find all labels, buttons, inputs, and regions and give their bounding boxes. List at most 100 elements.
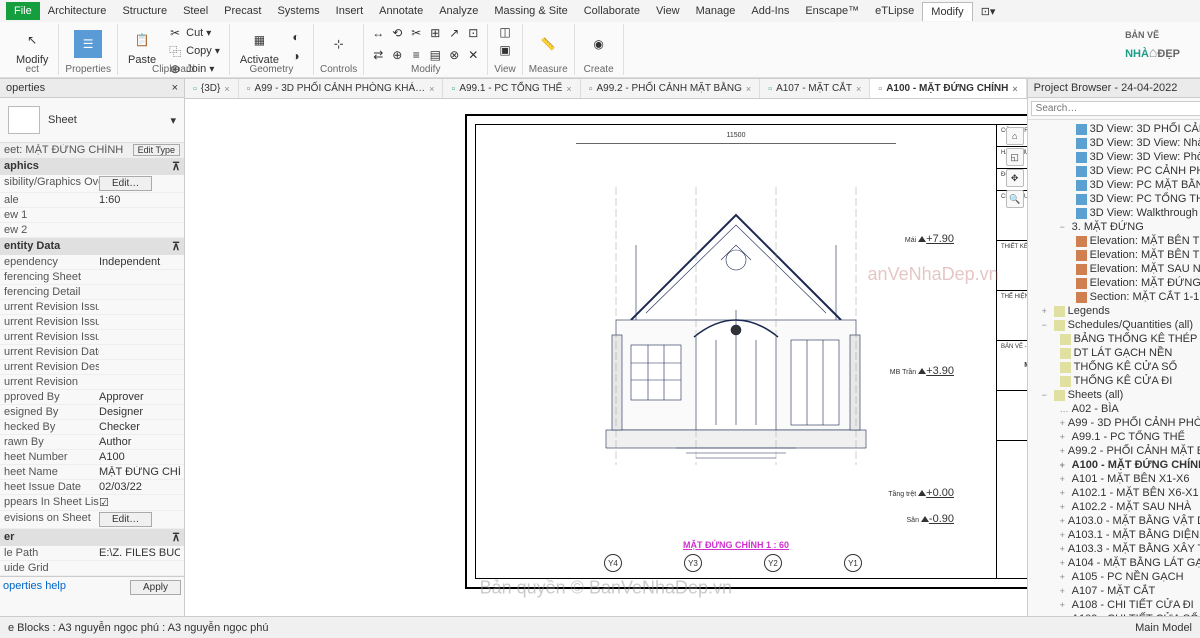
controls-btn[interactable]: ⊹	[328, 35, 350, 53]
tree-node[interactable]: +A107 - MẶT CẮT	[1030, 584, 1200, 598]
ribbon-tab-insert[interactable]: Insert	[328, 2, 372, 20]
modify-tool-icon[interactable]: ▤	[427, 47, 443, 63]
tree-node[interactable]: 3D View: 3D View: Nhà bếp	[1030, 136, 1200, 150]
geom-btn-1[interactable]: ◐	[285, 28, 307, 46]
tree-node[interactable]: +A102.1 - MẶT BÊN X6-X1	[1030, 486, 1200, 500]
tree-node[interactable]: THỐNG KÊ CỬA SỔ	[1030, 360, 1200, 374]
ribbon-tab-architecture[interactable]: Architecture	[40, 2, 115, 20]
view-tab[interactable]: ▫ A99.2 - PHỐI CẢNH MẶT BẰNG ×	[581, 79, 761, 98]
tree-node[interactable]: +A105 - PC NỀN GẠCH	[1030, 570, 1200, 584]
tree-node[interactable]: BẢNG THỐNG KÊ THÉP TỔNG	[1030, 332, 1200, 346]
tree-node[interactable]: THỐNG KÊ CỬA ĐI	[1030, 374, 1200, 388]
create-button[interactable]: ◉	[581, 28, 617, 60]
ribbon-tab-manage[interactable]: Manage	[688, 2, 744, 20]
tree-node[interactable]: −Schedules/Quantities (all)	[1030, 318, 1200, 332]
ribbon-tab-collaborate[interactable]: Collaborate	[576, 2, 648, 20]
tree-node[interactable]: …A02 - BÌA	[1030, 402, 1200, 416]
tree-node[interactable]: Elevation: MẶT SAU NHÀ	[1030, 262, 1200, 276]
tree-node[interactable]: +A99 - 3D PHỐI CẢNH PHÒNG KHÁCH	[1030, 416, 1200, 430]
tree-node[interactable]: +A108 - CHI TIẾT CỬA ĐI	[1030, 598, 1200, 612]
tree-node[interactable]: 3D View: PC TỔNG THỂ	[1030, 192, 1200, 206]
view-tool-icon[interactable]: ▣	[497, 42, 513, 58]
view-tool-icon[interactable]: ◫	[497, 24, 513, 40]
properties-help[interactable]: operties help	[3, 580, 130, 595]
close-icon[interactable]: ×	[172, 82, 178, 94]
section-graphics: aphics	[4, 160, 39, 173]
nav-pan-icon[interactable]: ✥	[1006, 169, 1024, 187]
modify-tool-icon[interactable]: ✂	[408, 25, 424, 41]
nav-cube-icon[interactable]: ◱	[1006, 148, 1024, 166]
view-tab[interactable]: ▫ A99 - 3D PHỐI CẢNH PHÒNG KHÁ… ×	[239, 79, 444, 98]
nav-home-icon[interactable]: ⌂	[1006, 127, 1024, 145]
tree-node[interactable]: −Sheets (all)	[1030, 388, 1200, 402]
measure-button[interactable]: 📏	[530, 28, 566, 60]
group-label-modify: Modify	[411, 64, 440, 75]
tree-node[interactable]: +A102.2 - MẶT SAU NHÀ	[1030, 500, 1200, 514]
ribbon-tab-analyze[interactable]: Analyze	[431, 2, 486, 20]
search-input[interactable]	[1031, 101, 1200, 116]
modify-tool-icon[interactable]: ⇄	[370, 47, 386, 63]
ribbon-tab-etlipse[interactable]: eTLipse	[867, 2, 922, 20]
modify-tool-icon[interactable]: ⊡	[465, 25, 481, 41]
tree-node[interactable]: Section: MẶT CẮT 1-1	[1030, 290, 1200, 304]
cut-button[interactable]: ✂Cut ▾	[164, 24, 223, 42]
properties-title: operties	[6, 82, 45, 94]
tree-node[interactable]: 3D View: Walkthrough 1	[1030, 206, 1200, 220]
modify-tool-icon[interactable]: ⟲	[389, 25, 405, 41]
tree-node[interactable]: +Legends	[1030, 304, 1200, 318]
modify-tool-icon[interactable]: ↗	[446, 25, 462, 41]
tree-node[interactable]: +A99.1 - PC TỔNG THỂ	[1030, 430, 1200, 444]
tree-node[interactable]: Elevation: MẶT ĐỨNG CHÍNH	[1030, 276, 1200, 290]
tree-node[interactable]: Elevation: MẶT BÊN TRỤC X1-X6	[1030, 234, 1200, 248]
modify-tool-icon[interactable]: ⊕	[389, 47, 405, 63]
view-tab[interactable]: ▫ A99.1 - PC TỔNG THỂ ×	[443, 79, 580, 98]
tree-node[interactable]: +A103.0 - MẶT BẰNG VẬT DỤNG	[1030, 514, 1200, 528]
geom-btn-2[interactable]: ◑	[285, 47, 307, 65]
modify-button[interactable]: ↖Modify	[12, 24, 52, 68]
view-tab[interactable]: ▫ A100 - MẶT ĐỨNG CHÍNH ×	[870, 79, 1026, 98]
tree-node[interactable]: 3D View: PC MẶT BẰNG	[1030, 178, 1200, 192]
ribbon-tab-file[interactable]: File	[6, 2, 40, 20]
view-tab[interactable]: ▫ A107 - MẶT CẮT ×	[760, 79, 870, 98]
tree-node[interactable]: +A99.2 - PHỐI CẢNH MẶT BẰNG	[1030, 444, 1200, 458]
tree-node[interactable]: 3D View: 3D View: Phòng ngủ	[1030, 150, 1200, 164]
ribbon-tab-structure[interactable]: Structure	[114, 2, 175, 20]
tree-node[interactable]: +A104 - MẶT BẰNG LÁT GẠCH NỀN	[1030, 556, 1200, 570]
group-label-create: Create	[584, 64, 614, 75]
ribbon-tab-steel[interactable]: Steel	[175, 2, 216, 20]
modify-tool-icon[interactable]: ⊞	[427, 25, 443, 41]
drawing-canvas[interactable]: 11500	[185, 99, 1027, 617]
tree-node[interactable]: +A103.1 - MẶT BẰNG DIỆN TÍCH SỬ DỤNG	[1030, 528, 1200, 542]
ribbon-tab-add-ins[interactable]: Add-Ins	[743, 2, 797, 20]
sheet-selector[interactable]: eet: MẶT ĐỨNG CHÍNH	[4, 144, 133, 156]
ribbon-tab-view[interactable]: View	[648, 2, 688, 20]
element-type[interactable]: Sheet	[48, 114, 77, 126]
apply-button[interactable]: Apply	[130, 580, 181, 595]
tree-node[interactable]: Elevation: MẶT BÊN TRỤC X6-X1	[1030, 248, 1200, 262]
modify-tool-icon[interactable]: ≡	[408, 47, 424, 63]
edit-type-button[interactable]: Edit Type	[133, 144, 180, 156]
ribbon-tab-modify[interactable]: Modify	[922, 2, 972, 21]
tree-node[interactable]: +A103.3 - MẶT BẰNG XÂY TƯỜNG TẦNG 1	[1030, 542, 1200, 556]
modify-tool-icon[interactable]: ✕	[465, 47, 481, 63]
ribbon-tab-enscape-[interactable]: Enscape™	[797, 2, 867, 20]
view-tab[interactable]: ▫ {3D} ×	[185, 79, 239, 98]
copy-button[interactable]: ⿻Copy ▾	[164, 42, 223, 60]
properties-button[interactable]: ☰	[70, 28, 106, 60]
nav-zoom-icon[interactable]: 🔍	[1006, 190, 1024, 208]
tree-node[interactable]: 3D View: 3D PHỐI CẢNH 1	[1030, 122, 1200, 136]
ribbon-tab-precast[interactable]: Precast	[216, 2, 269, 20]
ribbon-tab-annotate[interactable]: Annotate	[371, 2, 431, 20]
tree-node[interactable]: 3D View: PC CẢNH PHÒNG KHÁCH	[1030, 164, 1200, 178]
modify-tool-icon[interactable]: ↔	[370, 25, 386, 41]
modify-tool-icon[interactable]: ⊗	[446, 47, 462, 63]
tree-node[interactable]: DT LÁT GẠCH NỀN	[1030, 346, 1200, 360]
tree-node[interactable]: +A101 - MẶT BÊN X1-X6	[1030, 472, 1200, 486]
ribbon-tab-massing-site[interactable]: Massing & Site	[486, 2, 575, 20]
tree-node[interactable]: −3. MẶT ĐỨNG	[1030, 220, 1200, 234]
tree-node[interactable]: +A100 - MẶT ĐỨNG CHÍNH	[1030, 458, 1200, 472]
ribbon-tab-systems[interactable]: Systems	[269, 2, 327, 20]
view-nav-bar: ⌂ ◱ ✥ 🔍	[1006, 127, 1024, 208]
ribbon-overflow[interactable]: ⊡▾	[973, 2, 1004, 21]
activate-button[interactable]: ▦Activate	[236, 24, 283, 68]
